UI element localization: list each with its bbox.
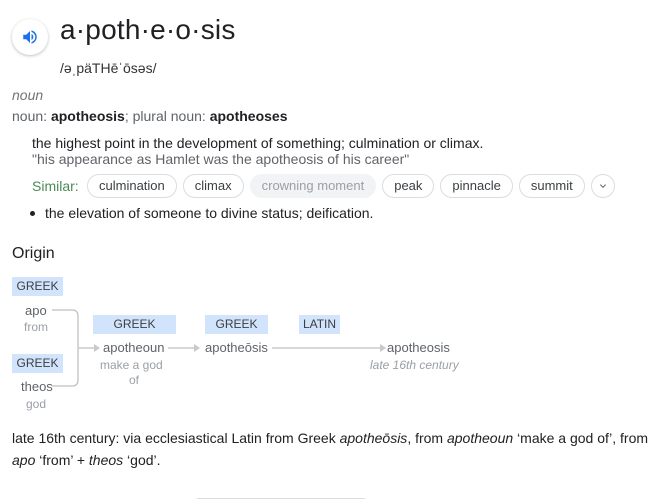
etymology-connectors	[52, 309, 386, 387]
origin-text-word: apotheoun	[446, 430, 514, 446]
origin-text-word: apotheōsis	[339, 430, 408, 446]
origin-text: late 16th century: via ecclesiastical La…	[12, 427, 662, 471]
origin-text-part: late 16th century: via ecclesiastical La…	[12, 430, 340, 446]
origin-text-part: ‘god’.	[123, 452, 161, 468]
origin-text-part: , from	[407, 430, 447, 446]
divider	[197, 498, 365, 499]
origin-text-part: ‘from’ +	[35, 452, 89, 468]
origin-text-word: apo	[12, 452, 36, 468]
origin-text-word: theos	[88, 452, 124, 468]
origin-text-part: ‘make a god of’, from	[513, 430, 649, 446]
